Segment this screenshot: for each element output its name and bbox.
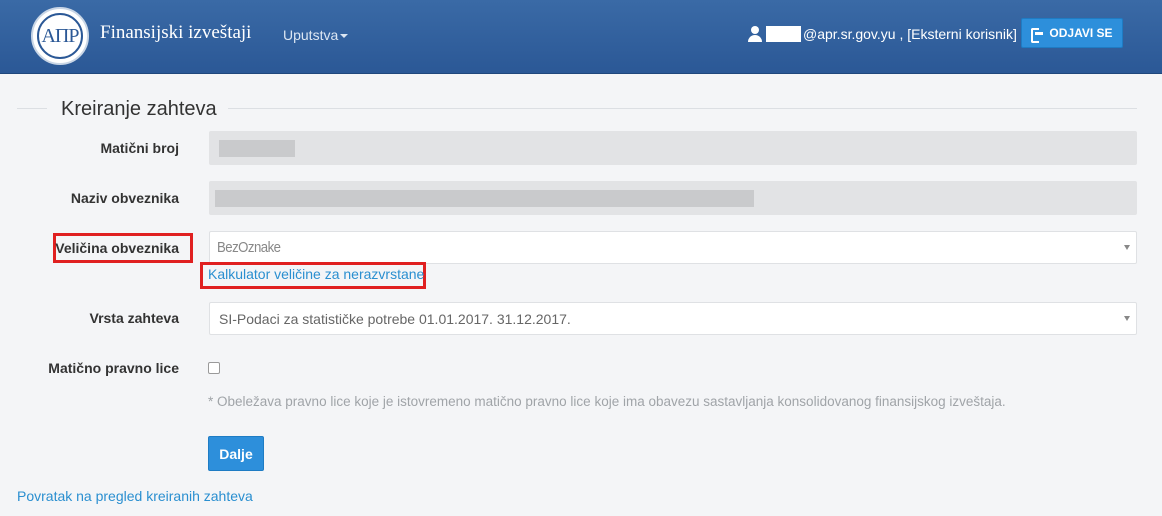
form-title: Kreiranje zahteva: [61, 98, 217, 120]
maticno-pravno-lice-checkbox[interactable]: [208, 362, 220, 374]
naziv-obveznika-field: [209, 181, 1137, 215]
apr-logo[interactable]: АПР: [31, 7, 89, 65]
velicina-obveznika-select[interactable]: BezOznake: [209, 231, 1137, 264]
logout-label: ODJAVI SE: [1049, 26, 1113, 40]
redacted-value: [219, 140, 295, 157]
nav-guides-label: Uputstva: [283, 27, 339, 43]
dropdown-arrow-icon: [1124, 245, 1130, 250]
maticno-pravno-lice-label: Matično pravno lice: [48, 360, 179, 376]
user-icon: [748, 26, 762, 42]
next-button[interactable]: Dalje: [208, 436, 264, 471]
dropdown-arrow-icon: [1124, 316, 1130, 321]
vrsta-zahteva-label: Vrsta zahteva: [89, 310, 180, 326]
consolidation-note: * Obeležava pravno lice koje je istovrem…: [208, 394, 1006, 409]
velicina-obveznika-label: Veličina obveznika: [55, 240, 179, 256]
redacted-value: [215, 190, 754, 207]
nav-guides-dropdown[interactable]: Uputstva: [283, 27, 349, 43]
top-navbar: АПР Finansijski izveštaji Uputstva @apr.…: [0, 0, 1162, 74]
redacted-username: [766, 26, 801, 42]
caret-down-icon: [340, 34, 349, 39]
vrsta-zahteva-select[interactable]: SI-Podaci za statističke potrebe 01.01.2…: [209, 302, 1137, 335]
logo-ring: АПР: [37, 13, 83, 59]
legend-divider-right: [228, 108, 1137, 109]
user-info: @apr.sr.gov.yu , [Eksterni korisnik]: [748, 24, 1017, 44]
calculator-link[interactable]: Kalkulator veličine za nerazvrstane: [208, 266, 424, 282]
user-email-role: @apr.sr.gov.yu , [Eksterni korisnik]: [803, 26, 1017, 42]
maticni-broj-label: Matični broj: [100, 140, 179, 156]
logo-text: АПР: [41, 24, 79, 47]
naziv-obveznika-label: Naziv obveznika: [70, 190, 179, 206]
velicina-selected-value: BezOznake: [217, 239, 281, 256]
logout-icon: [1031, 27, 1044, 43]
app-title[interactable]: Finansijski izveštaji: [100, 22, 251, 44]
back-to-requests-link[interactable]: Povratak na pregled kreiranih zahteva: [17, 488, 253, 504]
logout-button[interactable]: ODJAVI SE: [1021, 18, 1123, 48]
vrsta-selected-value: SI-Podaci za statističke potrebe 01.01.2…: [219, 310, 571, 327]
maticni-broj-field: [209, 131, 1137, 165]
legend-divider-left: [17, 108, 47, 109]
